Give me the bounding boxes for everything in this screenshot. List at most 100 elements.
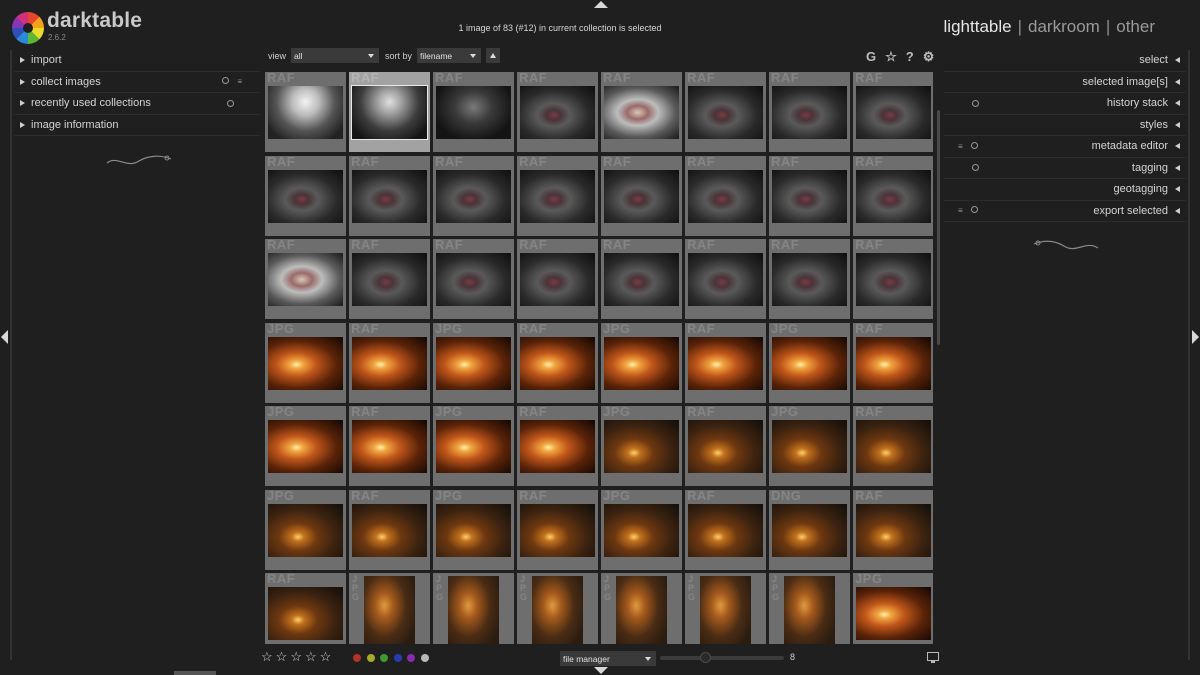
thumbnail[interactable]: RAF [769, 72, 850, 152]
reset-icon[interactable] [222, 77, 230, 85]
thumbnail[interactable]: RAF [685, 72, 766, 152]
thumbnail[interactable]: RAF [685, 489, 766, 570]
zoom-slider[interactable] [660, 656, 784, 660]
thumbnail[interactable]: RAF [349, 72, 430, 152]
thumbnail[interactable]: JPG [769, 573, 850, 644]
thumbnail[interactable]: JPG [265, 489, 346, 570]
grid-scrollbar[interactable] [937, 110, 940, 345]
module-image-information[interactable]: image information [14, 115, 260, 136]
thumbnail[interactable]: RAF [601, 155, 682, 236]
thumbnail[interactable]: JPG [265, 322, 346, 403]
thumbnail[interactable]: RAF [853, 489, 933, 570]
presets-menu-icon[interactable]: ≡ [958, 142, 963, 151]
thumbnail[interactable]: RAF [265, 72, 346, 152]
thumbnail[interactable]: RAF [517, 155, 598, 236]
thumbnail[interactable]: RAF [349, 322, 430, 403]
thumbnail[interactable]: RAF [517, 489, 598, 570]
thumbnail[interactable]: RAF [517, 322, 598, 403]
thumbnail[interactable]: JPG [601, 322, 682, 403]
bottom-panel-toggle-icon[interactable] [594, 667, 608, 674]
thumbnail[interactable]: RAF [433, 72, 514, 152]
grouping-icon[interactable]: G [866, 49, 876, 65]
zoom-slider-handle[interactable] [700, 652, 711, 663]
settings-gear-icon[interactable]: ⚙ [923, 49, 935, 65]
thumbnail[interactable]: RAF [433, 155, 514, 236]
star-icon[interactable]: ☆ [320, 649, 332, 665]
thumbnail[interactable]: RAF [349, 489, 430, 570]
thumbnail[interactable]: JPG [685, 573, 766, 644]
display-profile-icon[interactable] [927, 652, 939, 663]
star-overlay-icon[interactable]: ☆ [885, 49, 897, 65]
module-tagging[interactable]: tagging [944, 158, 1186, 179]
reset-icon[interactable] [227, 99, 234, 107]
thumbnail[interactable]: JPG [433, 489, 514, 570]
module-history-stack[interactable]: history stack [944, 93, 1186, 115]
thumbnail[interactable]: JPG [601, 406, 682, 486]
module-select[interactable]: select [944, 50, 1186, 72]
thumbnail[interactable]: RAF [517, 72, 598, 152]
thumbnail[interactable]: RAF [853, 72, 933, 152]
thumbnail[interactable]: JPG [517, 573, 598, 644]
right-panel-toggle-icon[interactable] [1192, 330, 1199, 344]
thumbnail[interactable]: RAF [517, 239, 598, 319]
thumbnail[interactable]: RAF [685, 155, 766, 236]
module-geotagging[interactable]: geotagging [944, 179, 1186, 201]
sort-order-icon[interactable] [486, 48, 501, 63]
view-filter-combo[interactable]: all [291, 48, 380, 63]
star-icon[interactable]: ☆ [290, 649, 302, 665]
thumbnail[interactable]: JPG [349, 573, 430, 644]
thumbnail[interactable]: JPG [769, 406, 850, 486]
thumbnail[interactable]: JPG [433, 322, 514, 403]
thumbnail[interactable]: JPG [601, 489, 682, 570]
thumbnail[interactable]: RAF [685, 239, 766, 319]
reset-icon[interactable] [972, 164, 979, 172]
thumbnail[interactable]: RAF [685, 322, 766, 403]
color-label-icon[interactable] [407, 654, 415, 662]
thumbnail[interactable]: RAF [349, 155, 430, 236]
thumbnail[interactable]: JPG [265, 406, 346, 486]
thumbnail[interactable]: JPG [769, 322, 850, 403]
thumbnail[interactable]: RAF [517, 406, 598, 486]
thumbnail[interactable]: RAF [853, 322, 933, 403]
color-label-icon[interactable] [420, 654, 429, 662]
thumbnail[interactable]: JPG [601, 573, 682, 644]
module-collect-images[interactable]: collect images ≡ [14, 72, 260, 93]
star-icon[interactable]: ☆ [305, 649, 317, 665]
view-darkroom[interactable]: darkroom [1028, 17, 1100, 37]
reset-icon[interactable] [970, 206, 978, 214]
module-selected-images[interactable]: selected image[s] [944, 72, 1186, 93]
thumbnail[interactable]: RAF [265, 573, 346, 644]
color-label-icon[interactable] [366, 654, 375, 662]
reset-icon[interactable] [972, 99, 979, 107]
color-label-icon[interactable] [393, 654, 402, 662]
thumbnail[interactable]: RAF [349, 239, 430, 319]
thumbnail[interactable]: RAF [769, 155, 850, 236]
color-label-icon[interactable] [380, 654, 388, 662]
thumbnail[interactable]: RAF [349, 406, 430, 486]
left-panel-toggle-icon[interactable] [1, 330, 8, 344]
thumbnail[interactable]: RAF [685, 406, 766, 486]
thumbnail[interactable]: RAF [853, 239, 933, 319]
top-panel-toggle-icon[interactable] [594, 1, 608, 8]
reset-icon[interactable] [970, 141, 978, 149]
module-import[interactable]: import [14, 50, 260, 72]
help-icon[interactable]: ? [906, 49, 914, 65]
view-other[interactable]: other [1116, 17, 1155, 37]
color-label-icon[interactable] [353, 654, 361, 662]
thumbnail[interactable]: RAF [265, 155, 346, 236]
module-metadata-editor[interactable]: ≡ metadata editor [944, 136, 1186, 158]
presets-menu-icon[interactable]: ≡ [958, 206, 963, 215]
module-export-selected[interactable]: ≡ export selected [944, 201, 1186, 222]
thumbnail[interactable]: RAF [769, 239, 850, 319]
thumbnail[interactable]: JPG [433, 406, 514, 486]
thumbnail[interactable]: JPG [433, 573, 514, 644]
thumbnail[interactable]: RAF [853, 155, 933, 236]
thumbnail[interactable]: RAF [265, 239, 346, 319]
sort-by-combo[interactable]: filename [417, 48, 482, 63]
module-styles[interactable]: styles [944, 115, 1186, 136]
layout-combo[interactable]: file manager [560, 651, 656, 666]
thumbnail[interactable]: RAF [601, 239, 682, 319]
thumbnail[interactable]: JPG [853, 573, 933, 644]
view-lighttable[interactable]: lighttable [944, 17, 1012, 37]
module-recently-used-collections[interactable]: recently used collections [14, 93, 260, 115]
